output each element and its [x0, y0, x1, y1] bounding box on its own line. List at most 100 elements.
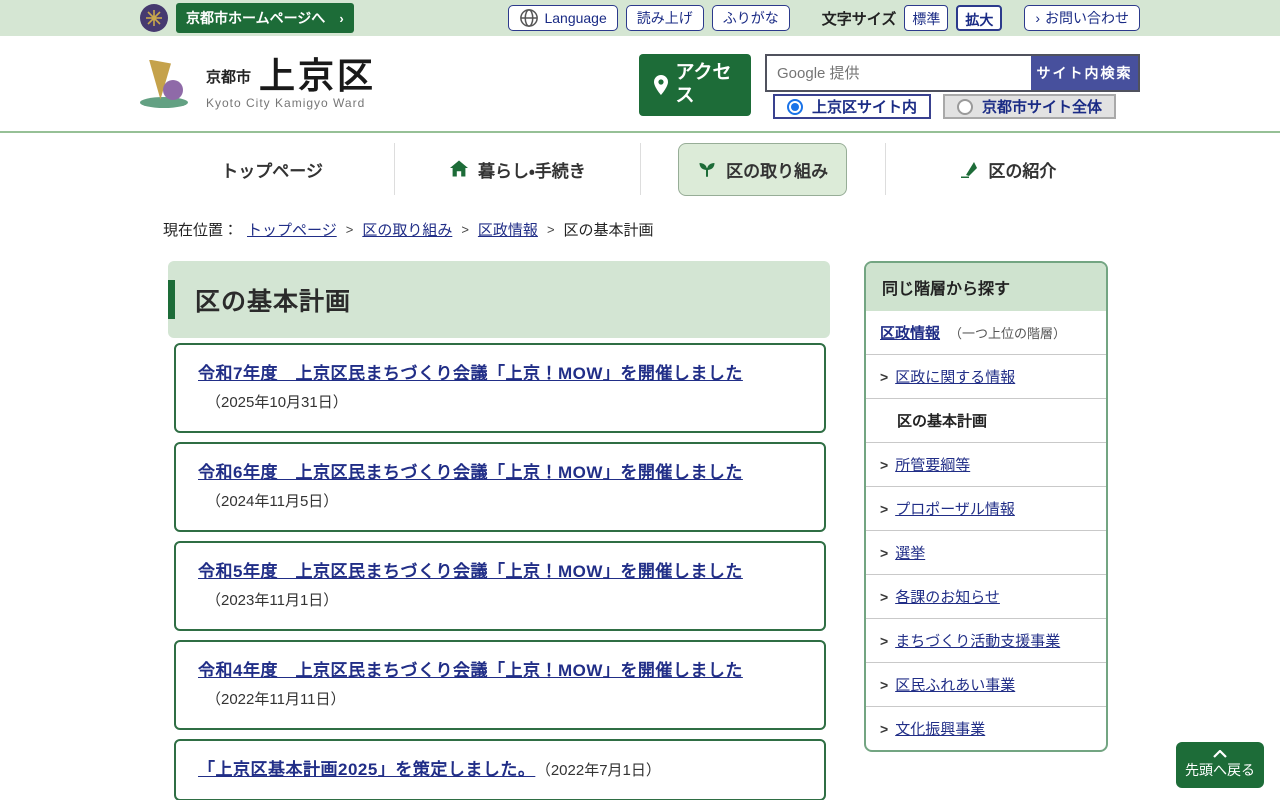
language-label: Language	[544, 10, 606, 26]
sidebar-item-cultural-promotion: > 文化振興事業	[866, 706, 1106, 750]
contact-button[interactable]: › お問い合わせ	[1024, 5, 1140, 31]
site-logo[interactable]: 京都市 上京区 Kyoto City Kamigyo Ward	[140, 57, 376, 111]
breadcrumb-label: 現在位置：	[163, 219, 238, 240]
font-size-standard-button[interactable]: 標準	[904, 5, 948, 31]
back-to-top-button[interactable]: 先頭へ戻る	[1176, 742, 1264, 788]
article-date: （2023年11月1日）	[206, 592, 338, 609]
main-content: 区の基本計画 令和7年度 上京区民まちづくり会議「上京！MOW」を開催しました （…	[168, 261, 830, 800]
sidebar-link[interactable]: 選挙	[895, 542, 925, 563]
article-list: 令和7年度 上京区民まちづくり会議「上京！MOW」を開催しました （2025年10…	[168, 343, 830, 800]
article-link[interactable]: 「上京区基本計画2025」を策定しました。	[198, 760, 535, 779]
breadcrumb-link-ward-info[interactable]: 区政情報	[478, 219, 538, 240]
global-nav: トップページ 暮らし・手続き 区の取り組み	[0, 133, 1280, 205]
chevron-right-icon: >	[880, 545, 888, 561]
globe-icon	[519, 8, 539, 28]
logo-ward-english: Kyoto City Kamigyo Ward	[206, 96, 376, 110]
furigana-button[interactable]: ふりがな	[712, 5, 790, 31]
chevron-right-icon: >	[880, 721, 888, 737]
sidebar-item-department-news: > 各課のお知らせ	[866, 574, 1106, 618]
brush-icon	[959, 159, 979, 179]
access-label: アクセス	[676, 62, 738, 108]
sidebar-title: 同じ階層から探す	[866, 263, 1106, 311]
sidebar-link[interactable]: プロポーザル情報	[895, 498, 1015, 519]
logo-city-text: 京都市	[206, 66, 251, 94]
sidebar-same-level: 同じ階層から探す 区政情報 （一つ上位の階層） > 区政に関する情報 区の基本計…	[864, 261, 1108, 752]
article-link[interactable]: 令和7年度 上京区民まちづくり会議「上京！MOW」を開催しました	[198, 364, 743, 383]
chevron-right-icon: >	[880, 589, 888, 605]
breadcrumb-separator: >	[547, 222, 555, 237]
chevron-right-icon: >	[880, 677, 888, 693]
article-date: （2025年10月31日）	[206, 394, 348, 411]
chevron-up-icon	[1212, 750, 1228, 758]
nav-initiatives-label: 区の取り組み	[726, 157, 828, 182]
chevron-right-icon: >	[880, 369, 888, 385]
radio-selected-icon	[787, 99, 803, 115]
chevron-right-icon: >	[880, 457, 888, 473]
sidebar-link[interactable]: 区政に関する情報	[895, 366, 1015, 387]
site-header: 京都市 上京区 Kyoto City Kamigyo Ward アクセス サイト…	[0, 36, 1280, 133]
chevron-right-icon: >	[880, 633, 888, 649]
article-card: 令和7年度 上京区民まちづくり会議「上京！MOW」を開催しました （2025年10…	[174, 343, 826, 433]
breadcrumb-current: 区の基本計画	[564, 219, 654, 240]
sprout-icon	[697, 159, 717, 179]
sidebar-item-ward-admin-info: > 区政に関する情報	[866, 354, 1106, 398]
article-date: （2022年7月1日）	[543, 762, 661, 779]
sidebar-link[interactable]: 文化振興事業	[895, 718, 985, 739]
language-button[interactable]: Language	[508, 5, 617, 31]
article-date: （2024年11月5日）	[206, 493, 338, 510]
search-input[interactable]	[767, 56, 1031, 90]
page-title-box: 区の基本計画	[168, 261, 830, 338]
chevron-right-icon: ›	[339, 11, 343, 26]
article-date: （2022年11月11日）	[206, 691, 346, 708]
font-size-label: 文字サイズ	[822, 8, 897, 29]
radio-unselected-icon	[957, 99, 973, 115]
nav-item-living-procedures[interactable]: 暮らし・手続き	[394, 143, 639, 195]
chevron-right-icon: >	[880, 501, 888, 517]
breadcrumb-link-top[interactable]: トップページ	[247, 219, 337, 240]
search-scope-city-option[interactable]: 京都市サイト全体	[943, 94, 1116, 119]
breadcrumb: 現在位置： トップページ > 区の取り組み > 区政情報 > 区の基本計画	[163, 219, 1280, 240]
font-size-large-button[interactable]: 拡大	[956, 5, 1002, 31]
sidebar-link[interactable]: 所管要綱等	[895, 454, 970, 475]
nav-item-ward-initiatives[interactable]: 区の取り組み	[640, 143, 885, 195]
nav-living-label: 暮らし・手続き	[478, 157, 586, 182]
city-homepage-label: 京都市ホームページへ	[186, 8, 325, 28]
search-scope-ward-label: 上京区サイト内	[812, 96, 917, 117]
sidebar-link[interactable]: まちづくり活動支援事業	[895, 630, 1060, 651]
article-link[interactable]: 令和5年度 上京区民まちづくり会議「上京！MOW」を開催しました	[198, 562, 743, 581]
breadcrumb-separator: >	[461, 222, 469, 237]
sidebar-item-elections: > 選挙	[866, 530, 1106, 574]
sidebar-parent-link[interactable]: 区政情報	[880, 322, 940, 343]
city-homepage-button[interactable]: 京都市ホームページへ ›	[176, 3, 354, 33]
article-card: 令和5年度 上京区民まちづくり会議「上京！MOW」を開催しました （2023年11…	[174, 541, 826, 631]
nav-item-top-page[interactable]: トップページ	[150, 143, 394, 195]
home-icon	[449, 159, 469, 179]
sidebar-parent-item: 区政情報 （一つ上位の階層）	[866, 311, 1106, 354]
sidebar-item-machizukuri-support: > まちづくり活動支援事業	[866, 618, 1106, 662]
article-card: 令和4年度 上京区民まちづくり会議「上京！MOW」を開催しました （2022年11…	[174, 640, 826, 730]
sidebar-link[interactable]: 区民ふれあい事業	[895, 674, 1015, 695]
search-scope-city-label: 京都市サイト全体	[982, 96, 1102, 117]
article-card: 「上京区基本計画2025」を策定しました。 （2022年7月1日）	[174, 739, 826, 800]
breadcrumb-link-initiatives[interactable]: 区の取り組み	[362, 219, 452, 240]
breadcrumb-separator: >	[346, 222, 354, 237]
nav-item-ward-introduction[interactable]: 区の紹介	[885, 143, 1130, 195]
sidebar-parent-note: （一つ上位の階層）	[949, 323, 1066, 342]
sidebar-item-guidelines: > 所管要綱等	[866, 442, 1106, 486]
sidebar-item-proposal-info: > プロポーザル情報	[866, 486, 1106, 530]
ward-logo-mark-icon	[140, 57, 194, 111]
sidebar-link[interactable]: 各課のお知らせ	[895, 586, 1000, 607]
top-utility-bar: 京都市ホームページへ › Language 読み上げ ふりがな 文字サイズ 標準…	[0, 0, 1280, 36]
article-link[interactable]: 令和4年度 上京区民まちづくり会議「上京！MOW」を開催しました	[198, 661, 743, 680]
access-button[interactable]: アクセス	[639, 54, 751, 116]
site-search: サイト内検索 上京区サイト内 京都市サイト全体	[765, 54, 1140, 119]
chevron-right-icon: ›	[1035, 10, 1040, 26]
sidebar-item-current-basic-plan: 区の基本計画	[866, 398, 1106, 442]
read-aloud-button[interactable]: 読み上げ	[626, 5, 704, 31]
article-link[interactable]: 令和6年度 上京区民まちづくり会議「上京！MOW」を開催しました	[198, 463, 743, 482]
map-pin-icon	[653, 75, 669, 95]
site-search-button[interactable]: サイト内検索	[1031, 56, 1138, 90]
back-to-top-label: 先頭へ戻る	[1185, 760, 1255, 780]
search-scope-ward-option[interactable]: 上京区サイト内	[773, 94, 931, 119]
logo-ward-text: 上京区	[259, 58, 376, 94]
